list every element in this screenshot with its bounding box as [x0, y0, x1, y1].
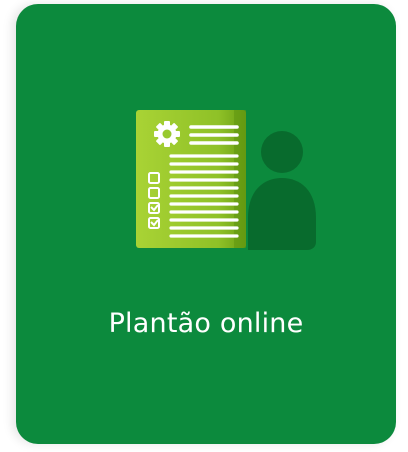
person-icon [248, 131, 316, 250]
page-background: Plantão online [0, 0, 408, 452]
online-duty-icon [136, 110, 316, 250]
document-icon [136, 110, 246, 248]
card-label: Plantão online [108, 308, 304, 339]
gear-icon [154, 121, 180, 147]
plantao-online-card[interactable]: Plantão online [16, 4, 396, 444]
